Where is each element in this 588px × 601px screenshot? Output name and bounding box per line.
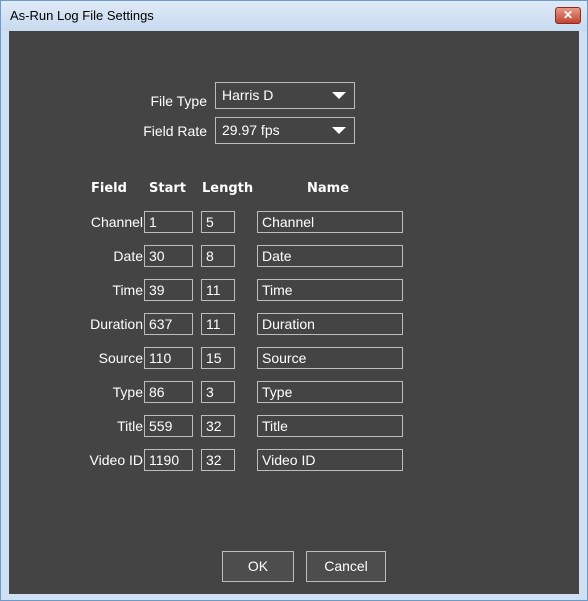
column-header-name: Name bbox=[307, 181, 350, 196]
length-field[interactable]: 8 bbox=[201, 245, 235, 267]
file-type-value: Harris D bbox=[222, 87, 274, 103]
close-icon: ✕ bbox=[562, 8, 574, 22]
column-header-start: Start bbox=[149, 181, 186, 196]
title-bar[interactable]: As-Run Log File Settings ✕ bbox=[1, 1, 587, 31]
ok-button[interactable]: OK bbox=[222, 551, 294, 582]
field-rate-dropdown[interactable]: 29.97 fps bbox=[215, 117, 355, 144]
column-header-length: Length bbox=[202, 181, 254, 196]
dialog-window: As-Run Log File Settings ✕ File Type Har… bbox=[0, 0, 588, 601]
length-field[interactable]: 3 bbox=[201, 381, 235, 403]
start-field[interactable]: 637 bbox=[144, 313, 193, 335]
name-field[interactable]: Type bbox=[257, 381, 403, 403]
row-label: Video ID bbox=[89, 452, 143, 468]
start-field[interactable]: 30 bbox=[144, 245, 193, 267]
name-field[interactable]: Video ID bbox=[257, 449, 403, 471]
row-label: Time bbox=[112, 282, 143, 298]
length-field[interactable]: 5 bbox=[201, 211, 235, 233]
start-field[interactable]: 110 bbox=[144, 347, 193, 369]
row-label: Date bbox=[113, 248, 143, 264]
name-field[interactable]: Date bbox=[257, 245, 403, 267]
field-rate-value: 29.97 fps bbox=[222, 122, 280, 138]
start-field[interactable]: 559 bbox=[144, 415, 193, 437]
length-field[interactable]: 15 bbox=[201, 347, 235, 369]
close-button[interactable]: ✕ bbox=[555, 7, 581, 24]
length-field[interactable]: 32 bbox=[201, 415, 235, 437]
file-type-label: File Type bbox=[150, 93, 207, 109]
length-field[interactable]: 11 bbox=[201, 279, 235, 301]
row-label: Duration bbox=[90, 316, 143, 332]
name-field[interactable]: Title bbox=[257, 415, 403, 437]
start-field[interactable]: 1190 bbox=[144, 449, 193, 471]
column-header-field: Field bbox=[91, 181, 127, 196]
cancel-button[interactable]: Cancel bbox=[306, 551, 386, 582]
window-title: As-Run Log File Settings bbox=[10, 8, 154, 23]
file-type-dropdown[interactable]: Harris D bbox=[215, 82, 355, 109]
length-field[interactable]: 32 bbox=[201, 449, 235, 471]
dialog-body: File Type Harris D Field Rate 29.97 fps … bbox=[9, 31, 579, 594]
row-label: Type bbox=[112, 384, 143, 400]
name-field[interactable]: Time bbox=[257, 279, 403, 301]
row-label: Title bbox=[117, 418, 143, 434]
start-field[interactable]: 1 bbox=[144, 211, 193, 233]
length-field[interactable]: 11 bbox=[201, 313, 235, 335]
chevron-down-icon bbox=[332, 92, 346, 99]
name-field[interactable]: Duration bbox=[257, 313, 403, 335]
name-field[interactable]: Channel bbox=[257, 211, 403, 233]
field-rate-label: Field Rate bbox=[143, 123, 207, 139]
row-label: Channel bbox=[90, 214, 143, 230]
chevron-down-icon bbox=[332, 127, 346, 134]
row-label: Source bbox=[98, 350, 143, 366]
start-field[interactable]: 39 bbox=[144, 279, 193, 301]
start-field[interactable]: 86 bbox=[144, 381, 193, 403]
name-field[interactable]: Source bbox=[257, 347, 403, 369]
